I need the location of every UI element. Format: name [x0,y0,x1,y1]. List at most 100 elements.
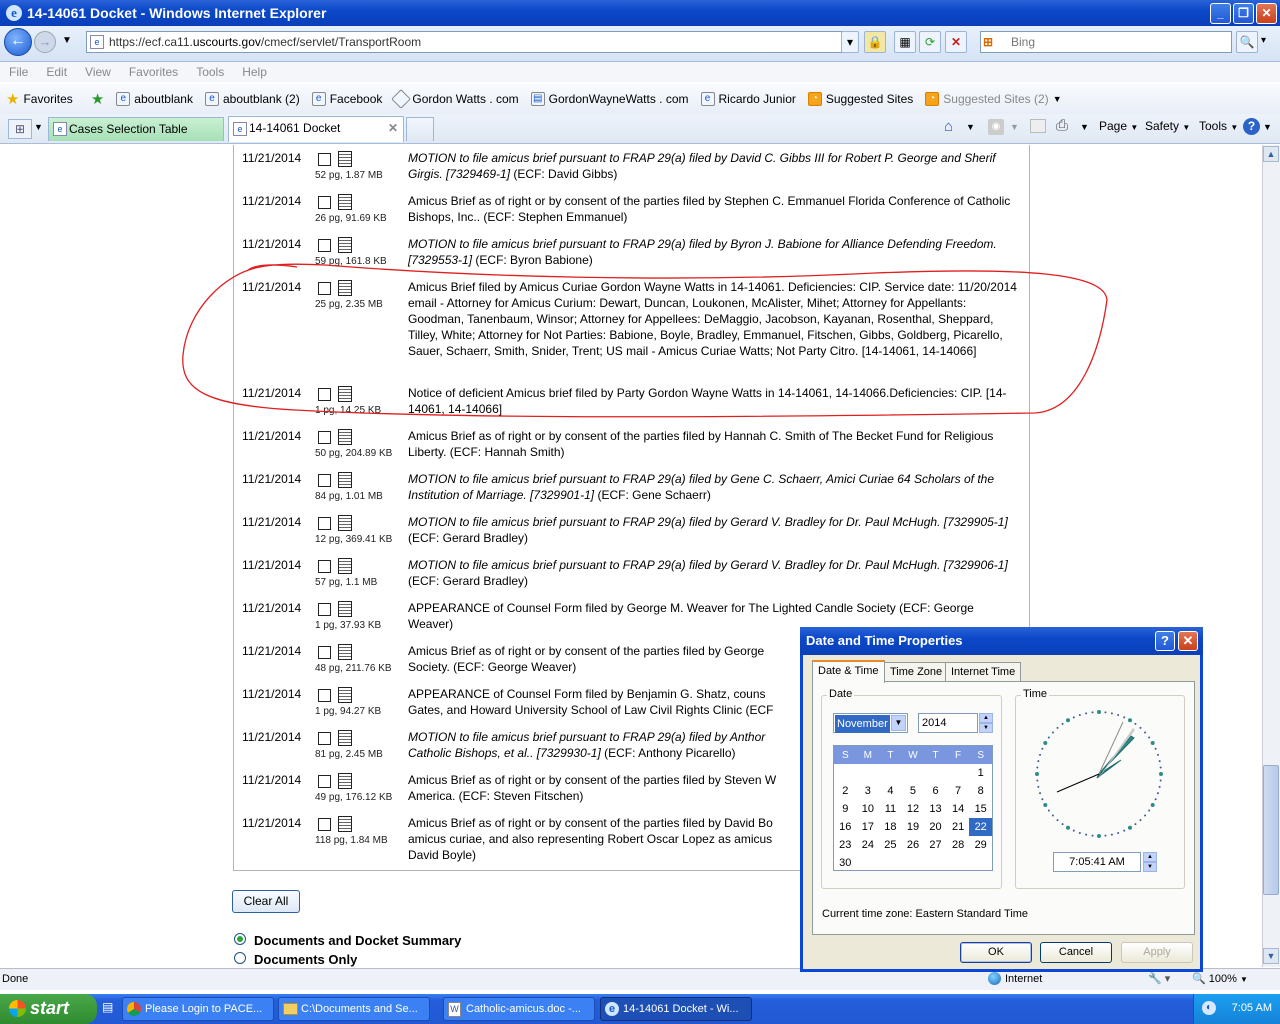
year-up-button[interactable]: ▲ [979,713,993,723]
home-icon[interactable]: ⌂ [944,118,953,135]
tray-icon[interactable]: ◐ [1202,1001,1216,1015]
document-icon[interactable] [338,816,352,832]
entry-checkbox[interactable] [318,474,331,487]
document-icon[interactable] [338,601,352,617]
ok-button[interactable]: OK [960,942,1032,963]
radio-documents-only[interactable] [234,952,246,964]
calendar-day[interactable]: 21 [947,818,970,836]
calendar-day[interactable]: 2 [834,782,857,800]
entry-checkbox[interactable] [318,431,331,444]
calendar-day[interactable]: 9 [834,800,857,818]
print-dropdown-icon[interactable]: ▼ [1080,122,1089,132]
calendar-day[interactable]: 7 [947,782,970,800]
search-button[interactable]: 🔍 [1236,31,1258,53]
document-icon[interactable] [338,237,352,253]
menu-favorites[interactable]: Favorites [129,65,178,79]
calendar-day[interactable]: 19 [902,818,925,836]
tab-internet-time[interactable]: Internet Time [945,662,1022,682]
close-window-button[interactable]: ✕ [1256,3,1277,24]
maximize-button[interactable]: ❐ [1233,3,1254,24]
document-icon[interactable] [338,730,352,746]
entry-checkbox[interactable] [318,153,331,166]
document-icon[interactable] [338,151,352,167]
fav-item-gordonwaynewatts[interactable]: ▤ GordonWayneWatts . com [530,92,689,106]
tab-time-zone[interactable]: Time Zone [884,662,949,682]
fav-item-ricardo-junior[interactable]: e Ricardo Junior [700,92,796,106]
fav-item-gordon-watts[interactable]: Gordon Watts . com [391,89,519,109]
forward-button[interactable]: → [34,31,56,53]
entry-checkbox[interactable] [318,732,331,745]
dialog-help-button[interactable]: ? [1155,631,1175,651]
taskbar-item-explorer[interactable]: C:\Documents and Se... [278,997,430,1021]
help-dropdown-icon[interactable]: ▼ [1263,122,1272,132]
calendar-day[interactable]: 8 [969,782,992,800]
document-icon[interactable] [338,194,352,210]
year-field[interactable]: 2014 [918,713,978,733]
entry-checkbox[interactable] [318,818,331,831]
time-up-button[interactable]: ▲ [1143,852,1157,862]
menu-help[interactable]: Help [242,65,267,79]
calendar-day[interactable]: 22 [969,818,992,836]
scroll-down-button[interactable]: ▼ [1263,948,1279,964]
read-mail-icon[interactable] [1030,119,1046,133]
calendar-day[interactable]: 16 [834,818,857,836]
month-select[interactable]: November ▼ [833,713,908,733]
calendar-day[interactable]: 11 [879,800,902,818]
calendar-day[interactable]: 10 [857,800,880,818]
minimize-button[interactable]: _ [1210,3,1231,24]
calendar-day[interactable]: 3 [857,782,880,800]
address-dropdown-button[interactable]: ▾ [841,31,859,53]
document-icon[interactable] [338,558,352,574]
calendar-day[interactable]: 4 [879,782,902,800]
feeds-dropdown-icon[interactable]: ▼ [1010,122,1019,132]
help-icon[interactable]: ? [1243,118,1260,135]
calendar-day[interactable]: 18 [879,818,902,836]
tab-cases-selection-table[interactable]: e Cases Selection Table [48,117,224,141]
back-button[interactable]: ← [4,28,32,56]
chevron-down-icon[interactable]: ▼ [891,715,906,731]
calendar-day[interactable]: 15 [969,800,992,818]
protected-mode-icon[interactable]: 🔧 ▾ [1148,972,1170,985]
security-zone[interactable]: Internet [988,972,1042,985]
fav-item-suggested-sites[interactable]: ◔ Suggested Sites [807,92,913,106]
radio-documents-and-summary[interactable] [234,933,246,945]
year-down-button[interactable]: ▼ [979,723,993,733]
entry-checkbox[interactable] [318,689,331,702]
menu-file[interactable]: File [9,65,28,79]
history-dropdown-icon[interactable]: ▼ [62,35,72,46]
clear-all-button[interactable]: Clear All [232,890,300,913]
feeds-icon[interactable]: ◉ [988,119,1004,135]
compatibility-icon[interactable]: ▦ [894,31,916,53]
search-options-icon[interactable]: ▾ [1261,35,1266,46]
fav-item-suggested-sites-2[interactable]: ◔ Suggested Sites (2) ▼ [925,92,1062,106]
calendar-day[interactable]: 30 [834,854,857,872]
search-input[interactable]: Bing [980,31,1232,53]
calendar-day[interactable]: 24 [857,836,880,854]
calendar-day[interactable]: 13 [924,800,947,818]
scroll-up-button[interactable]: ▲ [1263,146,1279,162]
taskbar-item-word[interactable]: W Catholic-amicus.doc -... [443,997,595,1021]
fav-item-aboutblank-2[interactable]: e aboutblank (2) [204,92,300,106]
taskbar-item-chrome[interactable]: Please Login to PACE... [122,997,274,1021]
document-icon[interactable] [338,515,352,531]
home-dropdown-icon[interactable]: ▼ [966,122,975,132]
entry-checkbox[interactable] [318,603,331,616]
calendar-day[interactable]: 6 [924,782,947,800]
menu-tools[interactable]: Tools [196,65,224,79]
document-icon[interactable] [338,429,352,445]
quick-launch-icon[interactable]: ▤ [102,1000,116,1018]
favorites-button[interactable]: ★ Favorites [6,90,73,108]
entry-checkbox[interactable] [318,560,331,573]
tab-list-dropdown-icon[interactable]: ▼ [34,122,43,132]
calendar-day[interactable]: 23 [834,836,857,854]
document-icon[interactable] [338,773,352,789]
entry-checkbox[interactable] [318,239,331,252]
quick-tabs-icon[interactable]: ⊞ [8,119,32,139]
calendar-day[interactable]: 5 [902,782,925,800]
calendar-day[interactable]: 25 [879,836,902,854]
tools-menu[interactable]: Tools ▼ [1199,119,1238,133]
close-tab-icon[interactable]: ✕ [388,117,398,139]
calendar-day[interactable]: 1 [969,764,992,782]
time-field[interactable]: 7:05:41 AM [1053,852,1141,872]
start-button[interactable]: start [0,994,97,1024]
